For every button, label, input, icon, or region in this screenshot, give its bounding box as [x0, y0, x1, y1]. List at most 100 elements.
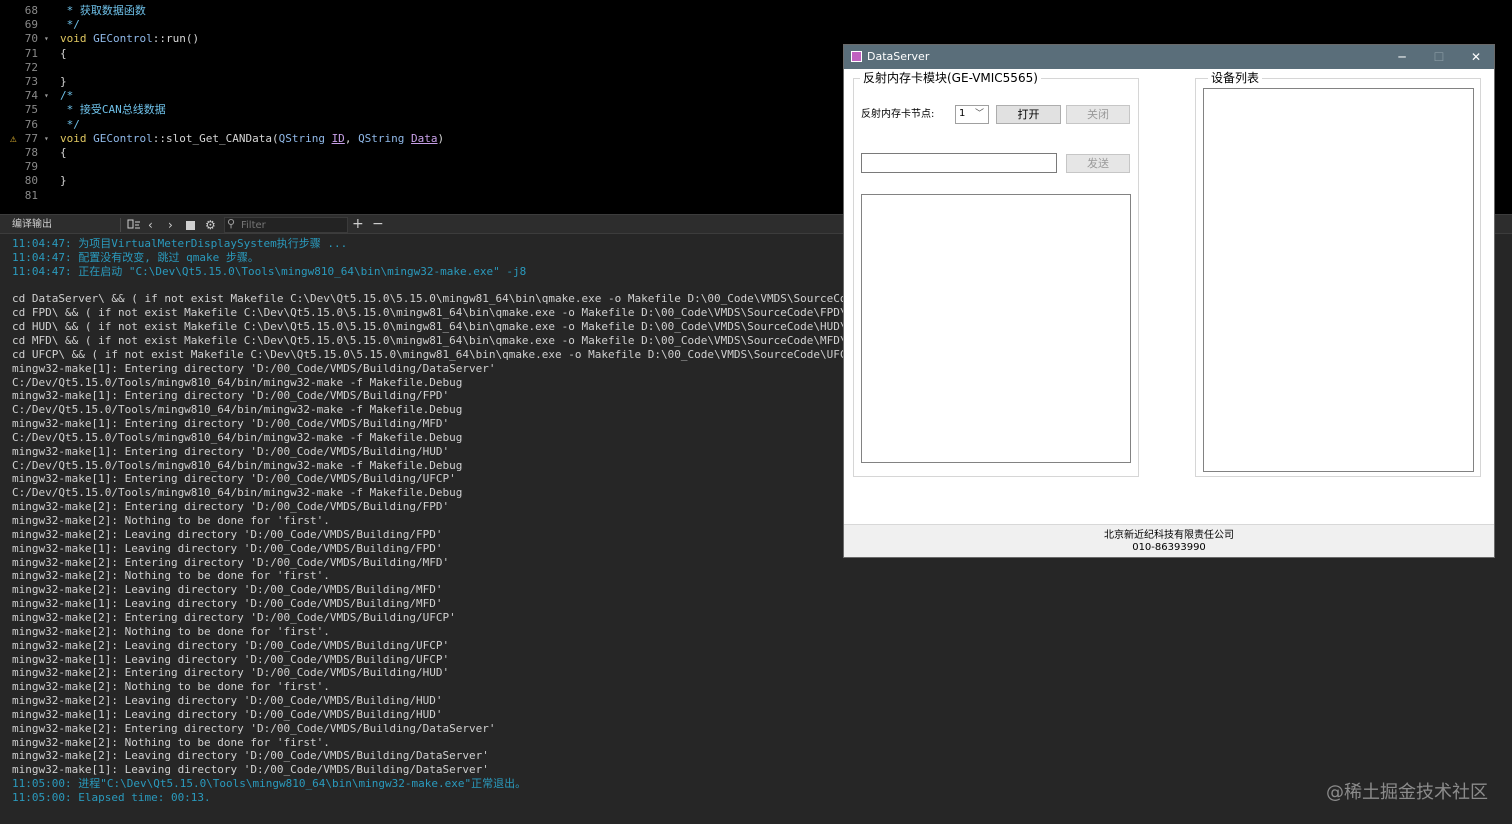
log-line: 11:05:00: Elapsed time: 00:13.	[12, 791, 211, 804]
remove-icon[interactable]: −	[372, 216, 384, 232]
close-button[interactable]: 关闭	[1066, 105, 1130, 124]
line-number: 69	[24, 18, 38, 32]
output-panel-title: 编译输出	[12, 219, 52, 230]
add-icon[interactable]: +	[352, 216, 364, 232]
line-number: 74	[24, 89, 38, 103]
code-token: {	[60, 146, 67, 159]
log-line: mingw32-make[2]: Leaving directory 'D:/0…	[12, 583, 443, 597]
code-token: )	[437, 131, 445, 145]
node-label: 反射内存卡节点:	[861, 109, 935, 120]
log-line: mingw32-make[2]: Nothing to be done for …	[12, 514, 330, 527]
log-line: mingw32-make[1]: Entering directory 'D:/…	[12, 361, 496, 375]
log-line: mingw32-make[2]: Entering directory 'D:/…	[12, 500, 450, 514]
code-text: }	[60, 75, 67, 89]
log-line: mingw32-make[1]: Entering directory 'D:/…	[12, 389, 450, 403]
close-window-button[interactable]: ✕	[1458, 45, 1494, 69]
code-token: */	[60, 117, 80, 131]
gear-icon[interactable]: ⚙	[205, 217, 216, 233]
log-line: mingw32-make[1]: Entering directory 'D:/…	[12, 417, 450, 431]
log-line: cd UFCP\ && ( if not exist Makefile C:\D…	[12, 347, 854, 361]
log-line: mingw32-make[2]: Leaving directory 'D:/0…	[12, 638, 450, 652]
line-number: 68	[24, 4, 38, 17]
code-token: QString	[278, 131, 332, 145]
log-line: cd MFD\ && ( if not exist Makefile C:\De…	[12, 333, 854, 347]
log-line: 11:04:47: 配置没有改变, 跳过 qmake 步骤。	[12, 250, 259, 264]
log-line: mingw32-make[2]: Entering directory 'D:/…	[12, 610, 456, 624]
next-arrow-icon[interactable]: ›	[168, 217, 173, 233]
code-line[interactable]: 68 * 获取数据函数	[0, 4, 1512, 18]
code-token: ::	[152, 32, 166, 46]
output-select-icon[interactable]	[127, 217, 141, 233]
log-line: 11:04:47: 为项目VirtualMeterDisplaySystem执行…	[12, 237, 348, 250]
node-select[interactable]: 1 ﹀	[955, 105, 989, 124]
code-text: */	[60, 118, 80, 132]
log-line: mingw32-make[2]: Leaving directory 'D:/0…	[12, 694, 443, 708]
code-token: QString	[358, 131, 412, 145]
code-token: ,	[344, 131, 359, 145]
code-token: void	[60, 131, 94, 145]
maximize-button[interactable]: ☐	[1421, 45, 1457, 69]
log-line: mingw32-make[1]: Leaving directory 'D:/0…	[12, 707, 443, 721]
line-number: 79	[24, 160, 38, 174]
filter-input[interactable]	[241, 218, 345, 232]
code-token: }	[60, 174, 67, 188]
previous-arrow-icon[interactable]: ‹	[148, 217, 153, 233]
line-number: 78	[24, 146, 38, 159]
send-text-input[interactable]	[861, 153, 1057, 173]
code-token: void	[60, 32, 94, 46]
log-line: mingw32-make[1]: Leaving directory 'D:/0…	[12, 763, 489, 777]
open-button[interactable]: 打开	[996, 105, 1061, 124]
fold-arrow-icon[interactable]: ▾	[44, 132, 49, 146]
code-token: * 接受CAN总线数据	[60, 103, 166, 117]
code-text: /*	[60, 89, 73, 103]
code-token: (	[271, 131, 279, 145]
company-phone: 010-86393990	[1132, 542, 1206, 553]
code-token: ID	[331, 131, 345, 145]
line-number: 73	[24, 75, 38, 88]
company-name: 北京新近纪科技有限责任公司	[1104, 530, 1234, 541]
received-data-area[interactable]	[861, 194, 1131, 463]
log-line: mingw32-make[2]: Entering directory 'D:/…	[12, 666, 450, 680]
fold-arrow-icon[interactable]: ▾	[44, 32, 49, 46]
watermark: @稀土掘金技术社区	[1326, 782, 1488, 803]
log-line: C:/Dev/Qt5.15.0/Tools/mingw810_64/bin/mi…	[12, 430, 463, 444]
code-text: }	[60, 174, 67, 188]
minimize-button[interactable]: ─	[1384, 45, 1420, 69]
chevron-down-icon: ﹀	[974, 109, 984, 119]
device-list[interactable]	[1203, 88, 1474, 472]
fold-arrow-icon[interactable]: ▾	[44, 89, 49, 103]
send-button[interactable]: 发送	[1066, 154, 1130, 173]
line-number: 75	[24, 103, 38, 117]
log-line: mingw32-make[1]: Entering directory 'D:/…	[12, 444, 450, 458]
log-line: mingw32-make[1]: Leaving directory 'D:/0…	[12, 541, 443, 555]
search-icon: ⚲	[227, 217, 236, 230]
code-token: * 获取数据函数	[60, 4, 146, 17]
code-token: Data	[411, 131, 438, 145]
code-token: /*	[60, 89, 74, 103]
title-bar[interactable]: DataServer ─ ☐ ✕	[844, 45, 1494, 69]
device-list-group-title: 设备列表	[1208, 70, 1263, 86]
line-number: 77	[24, 131, 38, 145]
dataserver-window[interactable]: DataServer ─ ☐ ✕ 反射内存卡模块(GE-VMIC5565) 反射…	[843, 44, 1495, 558]
log-line: mingw32-make[2]: Leaving directory 'D:/0…	[12, 527, 443, 541]
line-number: 71	[24, 46, 38, 60]
line-number: 81	[24, 188, 38, 202]
code-token: */	[60, 18, 80, 32]
log-line: mingw32-make[2]: Nothing to be done for …	[12, 735, 330, 749]
line-number: 72	[24, 60, 38, 74]
code-token: ()	[185, 32, 200, 46]
window-title: DataServer	[867, 50, 930, 63]
filter-box[interactable]: ⚲	[224, 217, 348, 233]
line-number: 76	[24, 117, 38, 131]
line-number: 80	[24, 174, 38, 188]
code-text: void GEControl::run()	[60, 32, 199, 46]
log-line: mingw32-make[2]: Nothing to be done for …	[12, 624, 330, 638]
code-line[interactable]: 69 */	[0, 18, 1512, 32]
node-select-value: 1	[959, 108, 966, 119]
code-token: GEControl	[93, 32, 153, 46]
device-list-group: 设备列表	[1195, 70, 1481, 477]
warning-icon[interactable]: ⚠	[10, 132, 17, 146]
log-line: mingw32-make[2]: Nothing to be done for …	[12, 680, 330, 694]
stop-icon[interactable]	[186, 221, 195, 230]
log-line: mingw32-make[1]: Leaving directory 'D:/0…	[12, 597, 443, 611]
